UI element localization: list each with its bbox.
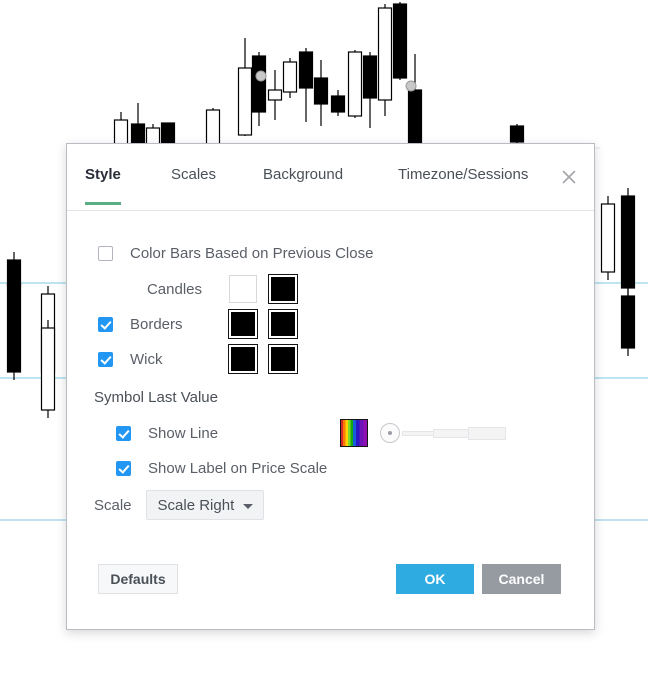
candles-row: Candles (98, 273, 298, 305)
line-width-picker[interactable] (380, 419, 507, 447)
wick-checkbox[interactable] (98, 351, 113, 367)
tab-scales[interactable]: Scales (171, 166, 216, 205)
tab-timezone[interactable]: Timezone/Sessions (398, 166, 528, 205)
wick-up-color-swatch[interactable] (228, 344, 258, 374)
defaults-button[interactable]: Defaults (98, 564, 178, 594)
dialog-tab-bar: Style Scales Background Timezone/Session… (67, 144, 594, 211)
symbol-last-value-section: Symbol Last Value (94, 383, 218, 411)
borders-label: Borders (130, 315, 183, 333)
close-icon[interactable] (558, 166, 580, 188)
borders-checkbox[interactable] (98, 316, 113, 332)
color-bars-checkbox[interactable] (98, 245, 113, 261)
tab-background[interactable]: Background (263, 166, 343, 205)
line-width-knob[interactable] (380, 423, 401, 443)
show-line-color-swatch[interactable] (340, 419, 369, 447)
candles-label: Candles (146, 280, 202, 298)
chevron-down-icon (242, 504, 253, 509)
candles-down-color-swatch[interactable] (268, 274, 298, 304)
wick-label: Wick (130, 350, 163, 368)
dialog-footer: Defaults OK Cancel (67, 564, 594, 630)
show-line-label: Show Line (148, 424, 219, 442)
cancel-button[interactable]: Cancel (482, 564, 561, 594)
ok-button[interactable]: OK (396, 564, 474, 594)
show-line-row: Show Line (116, 417, 507, 449)
line-width-segment-1[interactable] (402, 431, 435, 436)
candles-up-color-swatch[interactable] (229, 275, 257, 303)
borders-down-color-swatch[interactable] (268, 309, 298, 339)
wick-down-color-swatch[interactable] (268, 344, 298, 374)
show-label-price-scale-row: Show Label on Price Scale (116, 454, 327, 482)
borders-up-color-swatch[interactable] (228, 309, 258, 339)
tab-style[interactable]: Style (85, 166, 121, 205)
show-label-price-scale-label: Show Label on Price Scale (148, 459, 328, 477)
wick-row: Wick (98, 343, 298, 375)
line-width-segment-2[interactable] (433, 429, 470, 438)
show-line-checkbox[interactable] (116, 425, 131, 441)
chart-settings-dialog: Style Scales Background Timezone/Session… (66, 143, 595, 630)
scale-row: Scale Scale Right (94, 489, 264, 521)
color-bars-label: Color Bars Based on Previous Close (130, 244, 374, 262)
scale-dropdown[interactable]: Scale Right (145, 490, 264, 520)
borders-row: Borders (98, 308, 298, 340)
scale-dropdown-value: Scale Right (157, 496, 235, 514)
symbol-last-value-label: Symbol Last Value (94, 388, 218, 406)
show-label-price-scale-checkbox[interactable] (116, 460, 131, 476)
line-width-segment-3[interactable] (468, 427, 507, 440)
color-bars-row: Color Bars Based on Previous Close (98, 239, 373, 267)
style-tab-panel: Color Bars Based on Previous Close Candl… (67, 211, 594, 564)
scale-label: Scale (94, 496, 132, 514)
